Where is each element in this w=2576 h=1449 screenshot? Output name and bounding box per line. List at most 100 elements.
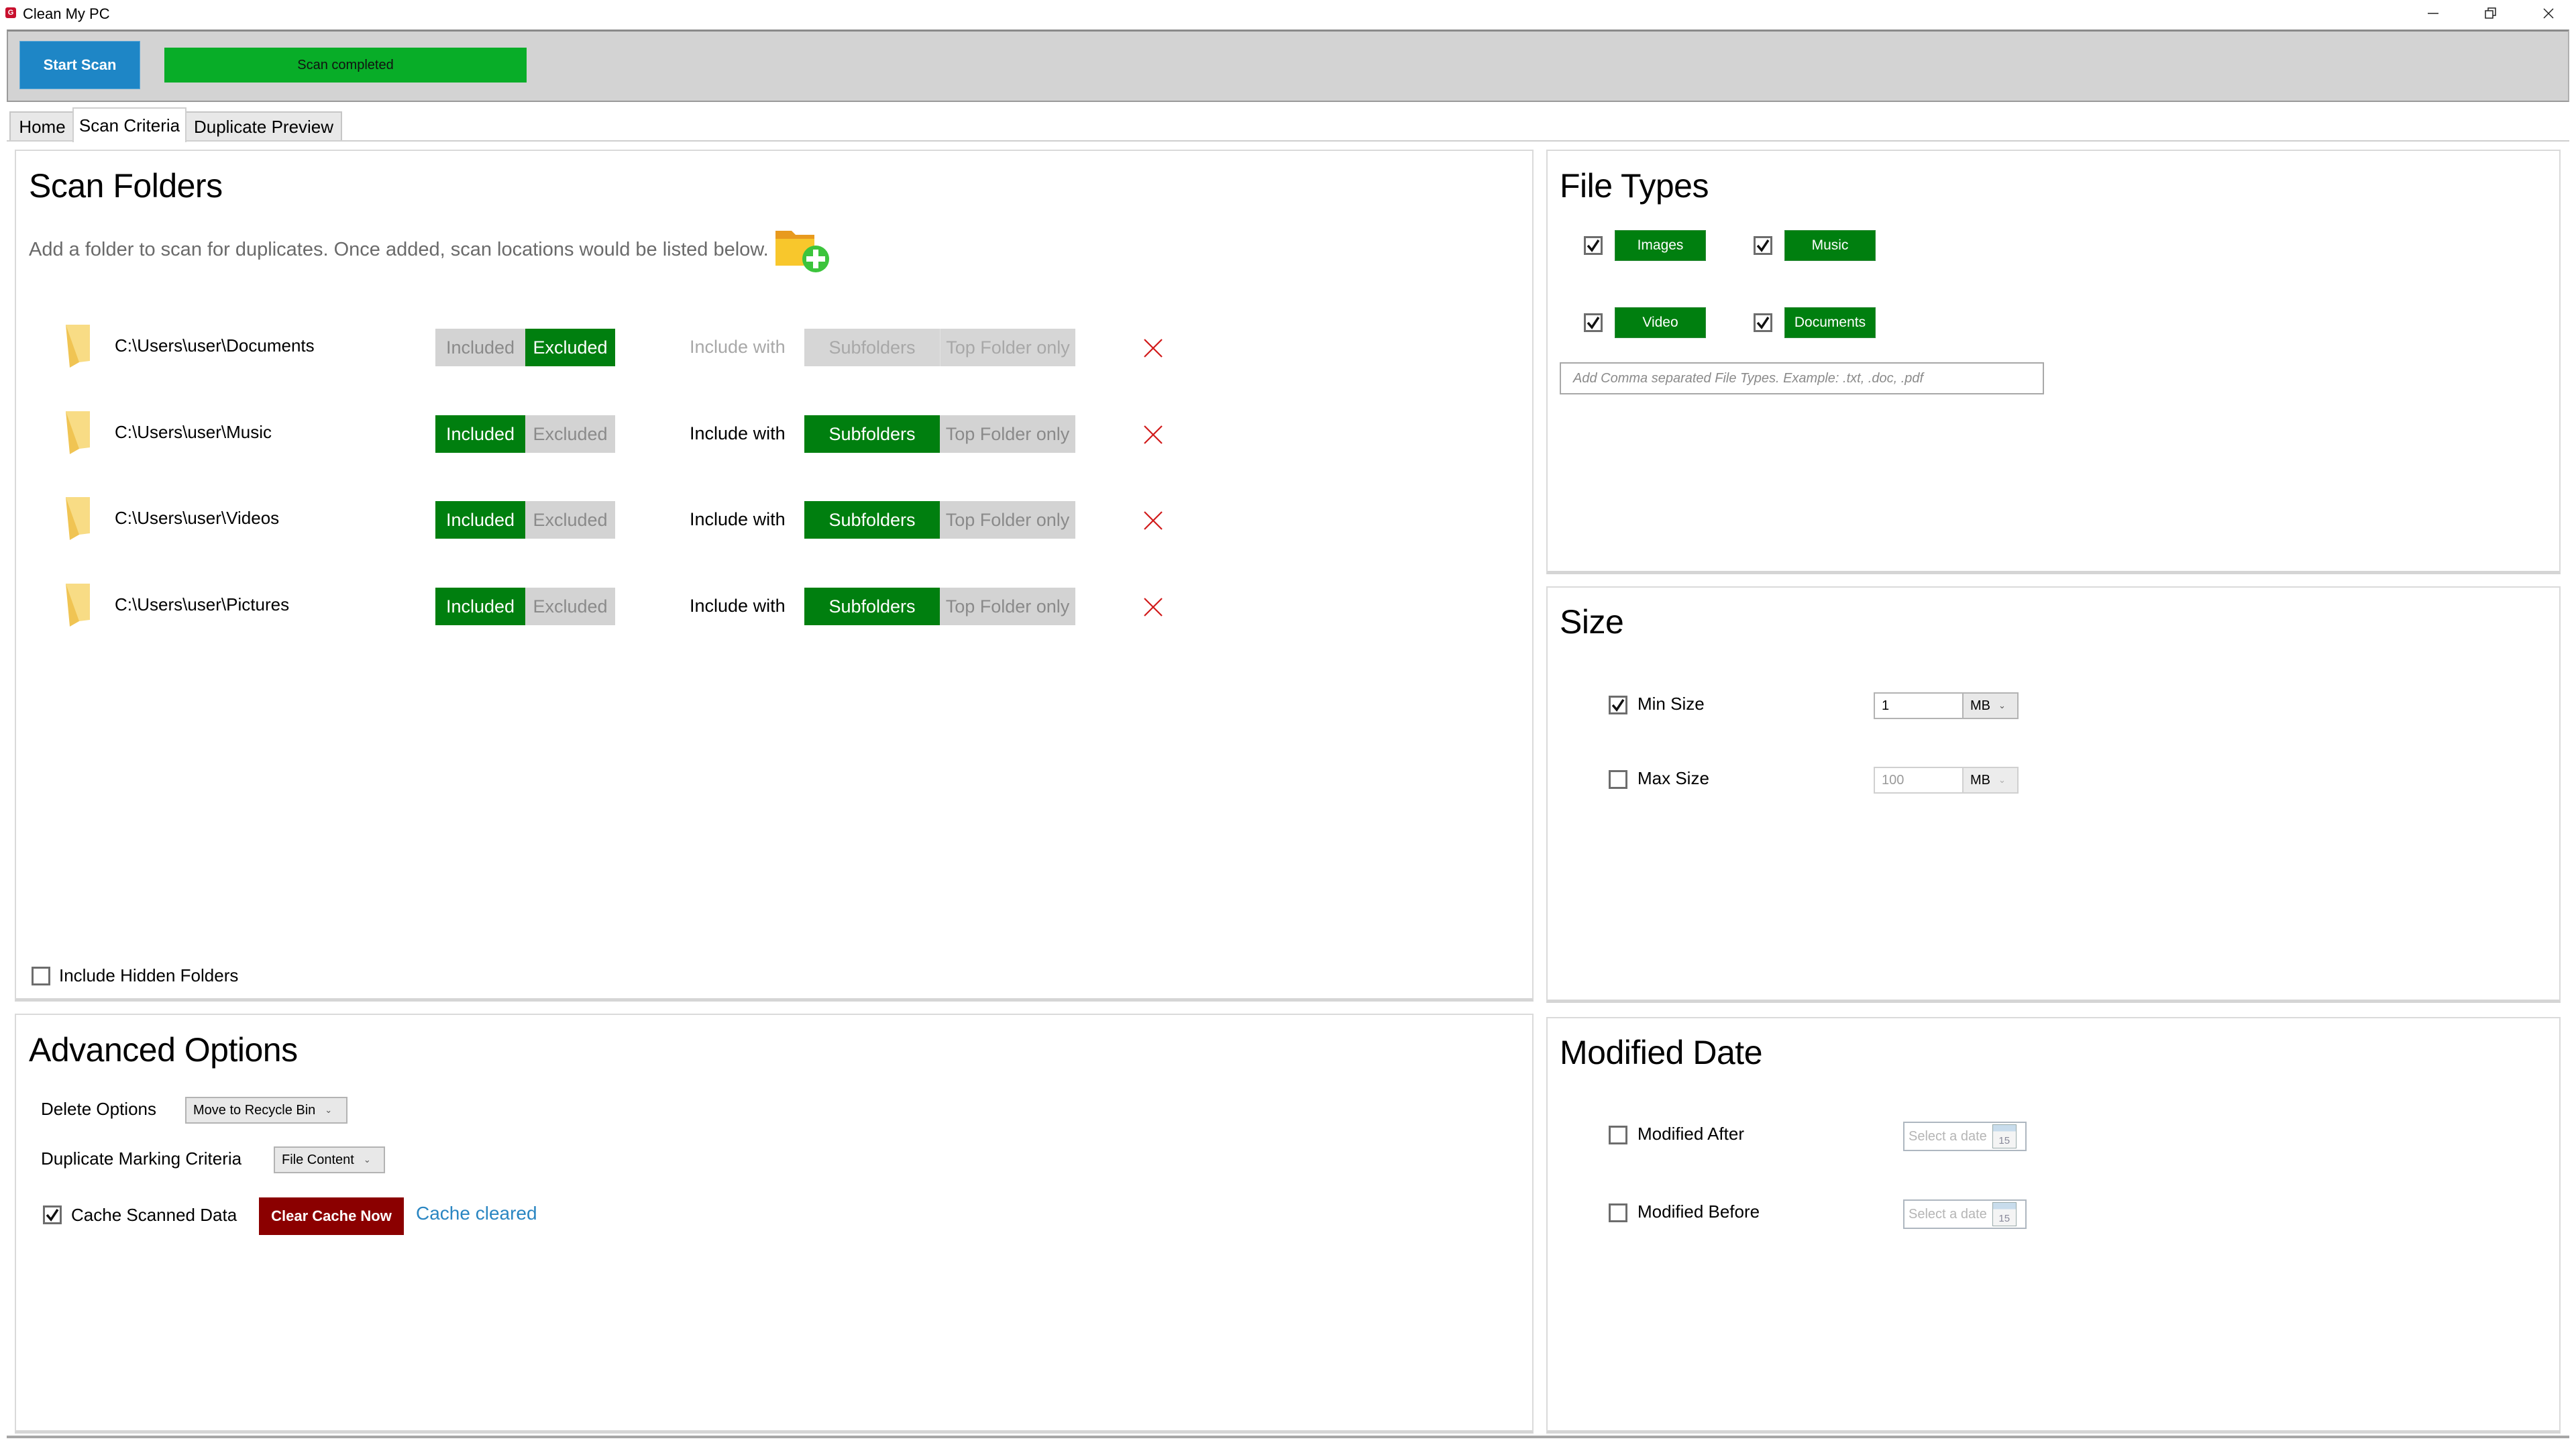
modified-after-placeholder: Select a date (1909, 1128, 1987, 1144)
images-type-button[interactable]: Images (1615, 230, 1706, 261)
folder-row: C:\Users\user\Music Included Excluded In… (15, 405, 1531, 465)
cache-scanned-data-checkbox[interactable] (43, 1205, 62, 1224)
folder-icon (66, 584, 90, 627)
modified-before-placeholder: Select a date (1909, 1206, 1987, 1222)
subfolders-option[interactable]: Subfolders (804, 329, 940, 366)
clear-cache-button[interactable]: Clear Cache Now (259, 1197, 404, 1235)
scan-folders-panel (15, 150, 1534, 1002)
top-folder-only-option[interactable]: Top Folder only (940, 329, 1075, 366)
delete-options-dropdown[interactable]: Move to Recycle Bin ⌄ (185, 1097, 347, 1124)
tab-duplicate-preview[interactable]: Duplicate Preview (185, 111, 342, 141)
folder-path: C:\Users\user\Music (115, 422, 272, 442)
included-option[interactable]: Included (435, 501, 525, 539)
chevron-down-icon: ⌄ (325, 1105, 333, 1115)
marking-criteria-value: File Content (282, 1152, 354, 1167)
excluded-option[interactable]: Excluded (525, 329, 615, 366)
restore-button[interactable] (2462, 0, 2520, 27)
checkmark-icon (1587, 239, 1600, 252)
modified-after-checkbox[interactable] (1609, 1126, 1627, 1144)
music-checkbox[interactable] (1754, 236, 1772, 255)
include-with-label: Include with (690, 423, 786, 443)
remove-folder-icon[interactable] (1142, 337, 1165, 360)
modified-before-checkbox[interactable] (1609, 1203, 1627, 1222)
folder-icon (66, 497, 90, 540)
calendar-icon[interactable]: 15 (1992, 1202, 2017, 1226)
modified-before-label: Modified Before (1638, 1201, 1760, 1222)
include-with-label: Include with (690, 509, 786, 529)
checkmark-icon (1756, 239, 1770, 252)
chevron-down-icon: ⌄ (1998, 700, 2006, 710)
music-type-button[interactable]: Music (1784, 230, 1876, 261)
excluded-option[interactable]: Excluded (525, 415, 615, 453)
modified-before-datepicker[interactable]: Select a date 15 (1903, 1199, 2027, 1229)
subfolder-scope-toggle[interactable]: Subfolders Top Folder only (804, 329, 1075, 366)
included-option[interactable]: Included (435, 415, 525, 453)
restore-icon (2485, 7, 2496, 19)
include-exclude-toggle[interactable]: Included Excluded (435, 588, 615, 625)
folder-row: C:\Users\user\Documents Included Exclude… (15, 318, 1531, 378)
excluded-option[interactable]: Excluded (525, 501, 615, 539)
documents-checkbox[interactable] (1754, 313, 1772, 332)
max-size-checkbox[interactable] (1609, 770, 1627, 789)
minimize-button[interactable] (2404, 0, 2462, 27)
modified-after-label: Modified After (1638, 1124, 1744, 1144)
cache-status-text: Cache cleared (416, 1203, 537, 1224)
min-size-checkbox[interactable] (1609, 696, 1627, 714)
max-size-unit-value: MB (1970, 772, 1990, 788)
size-title: Size (1560, 603, 1624, 641)
title-bar (0, 0, 2576, 28)
include-hidden-folders-checkbox[interactable] (32, 967, 50, 985)
folder-icon (66, 325, 90, 368)
top-folder-only-option[interactable]: Top Folder only (940, 501, 1075, 539)
chevron-down-icon: ⌄ (1998, 775, 2006, 785)
top-folder-only-option[interactable]: Top Folder only (940, 415, 1075, 453)
checkmark-icon (1756, 317, 1770, 329)
calendar-icon[interactable]: 15 (1992, 1124, 2017, 1148)
tab-scan-criteria[interactable]: Scan Criteria (72, 107, 186, 142)
folder-path: C:\Users\user\Pictures (115, 594, 290, 614)
delete-options-value: Move to Recycle Bin (193, 1102, 316, 1118)
min-size-label: Min Size (1638, 694, 1705, 714)
folder-row: C:\Users\user\Videos Included Excluded I… (15, 490, 1531, 551)
checkmark-icon (46, 1209, 59, 1222)
include-exclude-toggle[interactable]: Included Excluded (435, 501, 615, 539)
include-with-label: Include with (690, 596, 786, 616)
marking-criteria-label: Duplicate Marking Criteria (41, 1148, 242, 1169)
video-checkbox[interactable] (1584, 313, 1603, 332)
tab-home[interactable]: Home (9, 111, 75, 141)
max-size-input[interactable]: 100 (1874, 767, 1964, 794)
modified-after-datepicker[interactable]: Select a date 15 (1903, 1122, 2027, 1151)
add-folder-button[interactable] (773, 221, 833, 276)
custom-file-types-input[interactable]: Add Comma separated File Types. Example:… (1560, 362, 2044, 394)
delete-options-label: Delete Options (41, 1099, 156, 1119)
min-size-input[interactable]: 1 (1874, 692, 1964, 719)
start-scan-button[interactable]: Start Scan (19, 41, 140, 89)
subfolder-scope-toggle[interactable]: Subfolders Top Folder only (804, 501, 1075, 539)
remove-folder-icon[interactable] (1142, 423, 1165, 446)
included-option[interactable]: Included (435, 588, 525, 625)
images-checkbox[interactable] (1584, 236, 1603, 255)
include-exclude-toggle[interactable]: Included Excluded (435, 415, 615, 453)
max-size-unit-dropdown[interactable]: MB ⌄ (1964, 767, 2019, 794)
subfolders-option[interactable]: Subfolders (804, 501, 940, 539)
min-size-unit-dropdown[interactable]: MB ⌄ (1964, 692, 2019, 719)
folder-row: C:\Users\user\Pictures Included Excluded… (15, 577, 1531, 637)
included-option[interactable]: Included (435, 329, 525, 366)
include-exclude-toggle[interactable]: Included Excluded (435, 329, 615, 366)
subfolder-scope-toggle[interactable]: Subfolders Top Folder only (804, 588, 1075, 625)
advanced-options-title: Advanced Options (29, 1031, 298, 1069)
remove-folder-icon[interactable] (1142, 509, 1165, 532)
subfolder-scope-toggle[interactable]: Subfolders Top Folder only (804, 415, 1075, 453)
close-button[interactable] (2520, 0, 2576, 27)
app-logo-icon: G (5, 7, 16, 18)
subfolders-option[interactable]: Subfolders (804, 588, 940, 625)
subfolders-option[interactable]: Subfolders (804, 415, 940, 453)
documents-type-button[interactable]: Documents (1784, 307, 1876, 338)
video-type-button[interactable]: Video (1615, 307, 1706, 338)
remove-folder-icon[interactable] (1142, 596, 1165, 619)
marking-criteria-dropdown[interactable]: File Content ⌄ (274, 1146, 385, 1173)
scan-folders-title: Scan Folders (29, 167, 223, 205)
folder-icon (66, 411, 90, 454)
excluded-option[interactable]: Excluded (525, 588, 615, 625)
top-folder-only-option[interactable]: Top Folder only (940, 588, 1075, 625)
